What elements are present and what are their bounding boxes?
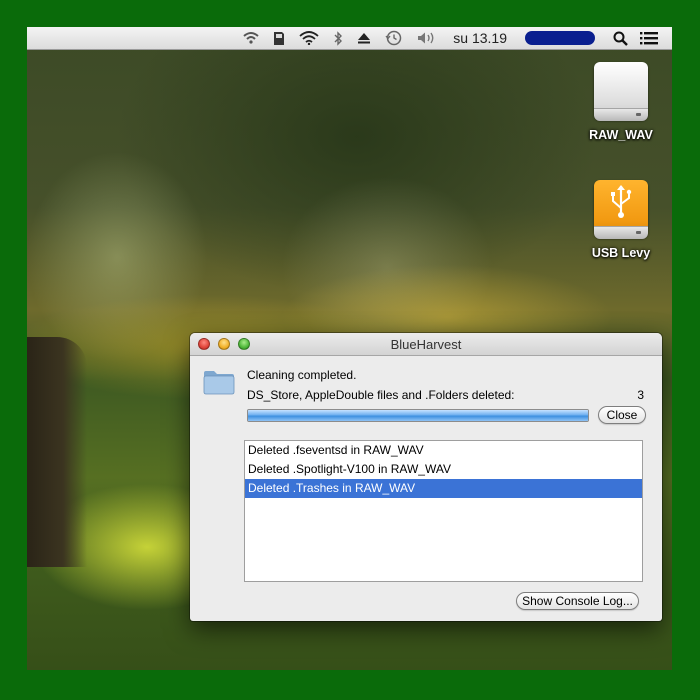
summary-count: 3 [637,388,644,402]
desktop: su 13.19 RAW_WAV USB Levy BlueHarvest Cl… [27,27,672,670]
eject-icon[interactable] [357,27,371,49]
window-titlebar[interactable]: BlueHarvest [190,333,662,356]
status-text: Cleaning completed. [247,368,357,382]
folder-icon [203,371,235,395]
bluetooth-icon[interactable] [333,27,343,49]
volume-icon[interactable] [417,27,437,49]
progress-fill [248,410,588,421]
list-item[interactable]: Deleted .Spotlight-V100 in RAW_WAV [245,460,642,479]
list-item[interactable]: Deleted .Trashes in RAW_WAV [245,479,642,498]
window-title: BlueHarvest [390,337,462,352]
summary-label: DS_Store, AppleDouble files and .Folders… [247,388,515,402]
menu-bar: su 13.19 [27,27,672,50]
blueharvest-window: BlueHarvest Cleaning completed. DS_Store… [190,333,662,621]
usb-drive-icon [592,178,650,240]
wifi-alt-icon[interactable] [243,27,259,49]
user-name-redacted[interactable] [525,31,595,45]
close-button[interactable]: Close [598,406,646,424]
desktop-item-label: RAW_WAV [589,128,653,142]
desktop-item-usb-levy[interactable]: USB Levy [576,178,666,260]
list-item[interactable]: Deleted .fseventsd in RAW_WAV [245,441,642,460]
desktop-item-label: USB Levy [591,246,651,260]
wifi-icon[interactable] [299,27,319,49]
external-drive-icon [592,60,650,122]
show-console-log-button[interactable]: Show Console Log... [516,592,639,610]
desktop-item-raw-wav[interactable]: RAW_WAV [576,60,666,142]
time-machine-icon[interactable] [385,27,403,49]
sd-card-icon[interactable] [273,27,285,49]
progress-bar [247,409,589,422]
tree-trunk [27,337,87,567]
menu-clock[interactable]: su 13.19 [453,27,507,49]
spotlight-icon[interactable] [613,27,628,49]
notification-center-icon[interactable] [640,27,658,49]
deletion-log-list[interactable]: Deleted .fseventsd in RAW_WAV Deleted .S… [244,440,643,582]
